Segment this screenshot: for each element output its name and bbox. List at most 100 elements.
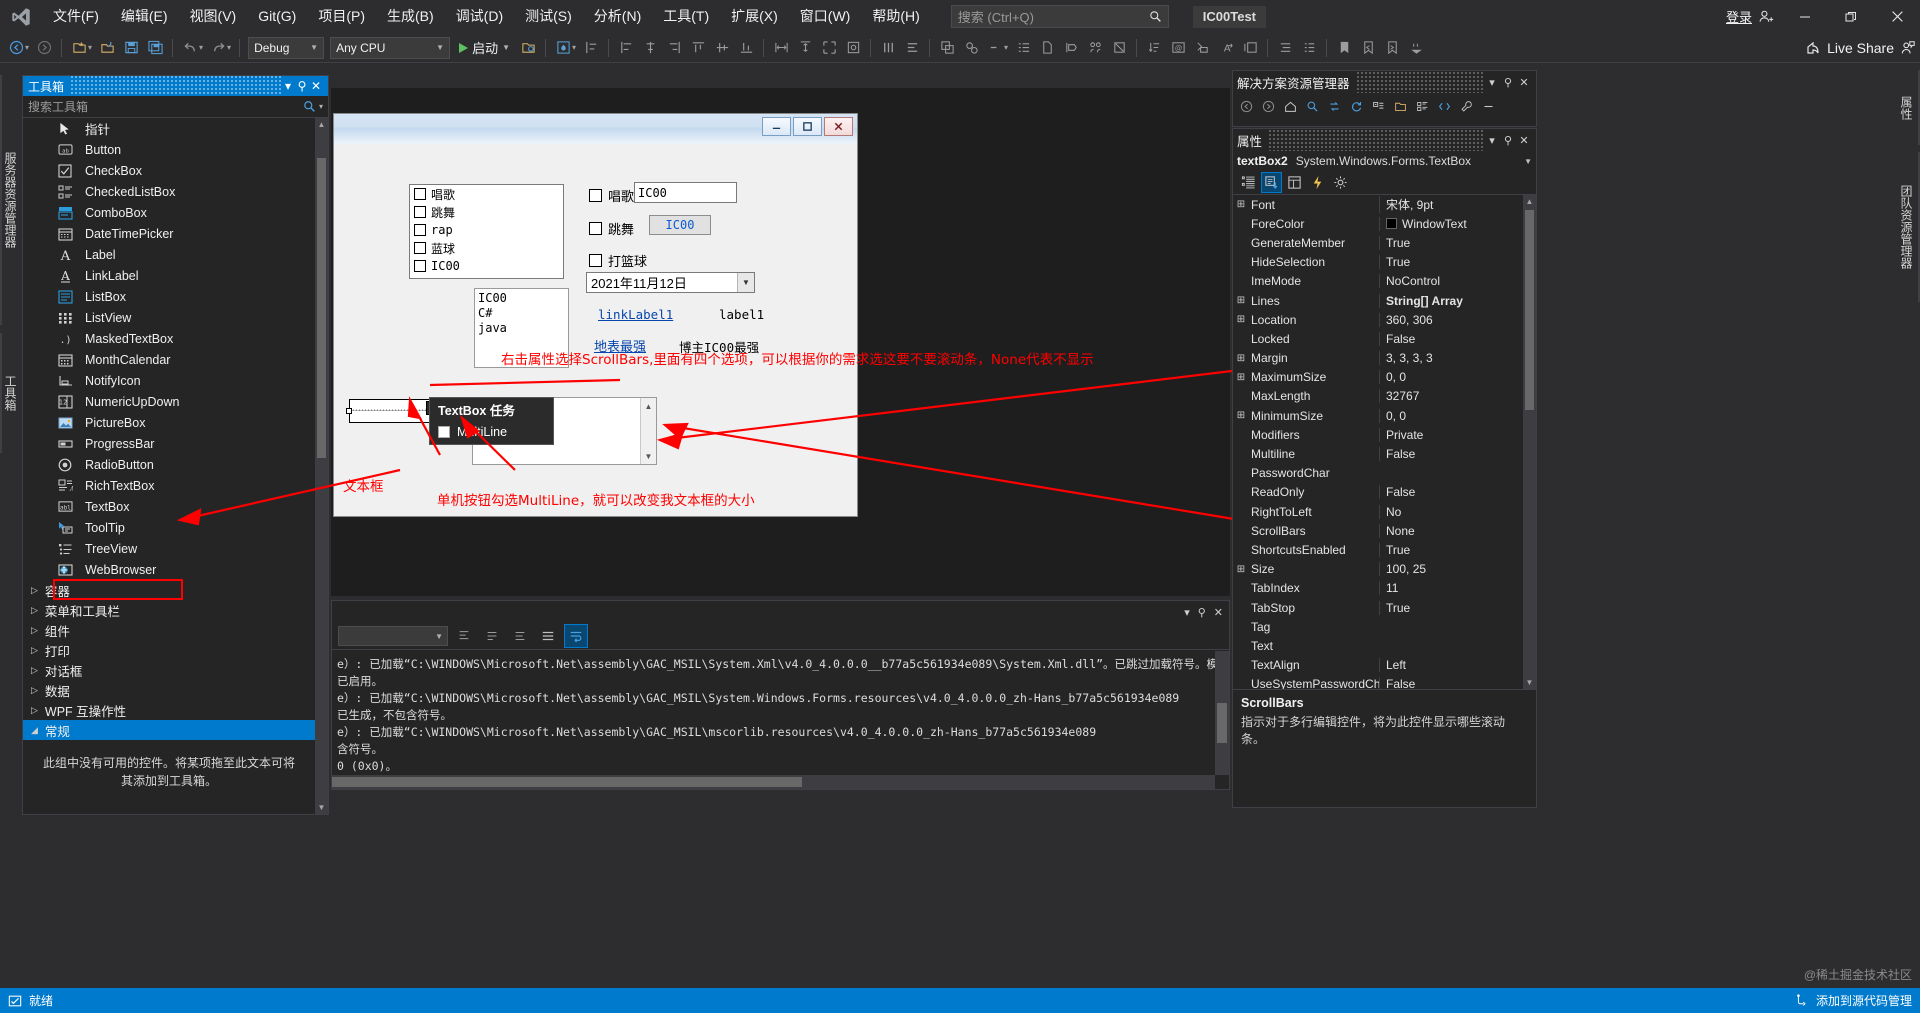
- close-icon[interactable]: ✕: [1214, 606, 1223, 619]
- sidebar-tab-team-explorer[interactable]: 团队资源管理器: [1898, 152, 1920, 302]
- navigate-forward-button[interactable]: [32, 36, 56, 60]
- property-row-generatemember[interactable]: GenerateMember True: [1233, 233, 1523, 252]
- property-row-tag[interactable]: Tag: [1233, 617, 1523, 636]
- menu-item-git[interactable]: Git(G): [247, 0, 307, 33]
- checked-list-item[interactable]: 唱歌: [410, 185, 563, 203]
- output-horizontal-scrollbar[interactable]: [332, 775, 1215, 789]
- checked-list-item[interactable]: 跳舞: [410, 203, 563, 221]
- solution-configuration-select[interactable]: Debug ▼: [248, 36, 325, 59]
- new-file-button[interactable]: [1035, 36, 1059, 60]
- hot-reload-dropdown-icon[interactable]: ▾: [572, 43, 576, 52]
- property-row-usesystempasswordchar[interactable]: UseSystemPasswordChar False: [1233, 675, 1523, 689]
- property-value[interactable]: True: [1379, 255, 1523, 270]
- menu-item-file[interactable]: 文件(F): [42, 0, 110, 33]
- checkbox-icon[interactable]: [414, 242, 426, 254]
- sync-icon[interactable]: [1325, 97, 1344, 116]
- checkbox-icon[interactable]: [414, 260, 426, 272]
- output-clear-all-button[interactable]: [480, 624, 504, 648]
- checkbox-icon[interactable]: [589, 254, 602, 267]
- expand-icon[interactable]: ⊞: [1233, 372, 1249, 383]
- toolbox-item-checkbox[interactable]: CheckBox: [23, 160, 315, 181]
- live-share-button[interactable]: Live Share: [1805, 40, 1920, 56]
- property-row-tabstop[interactable]: TabStop True: [1233, 598, 1523, 617]
- align-centers-button[interactable]: [638, 36, 662, 60]
- checkbox-dance[interactable]: 跳舞: [589, 219, 634, 238]
- chevron-down-icon[interactable]: ▾: [1184, 606, 1190, 619]
- property-value[interactable]: True: [1379, 235, 1523, 250]
- toolbox-group-components[interactable]: ▷ 组件: [23, 620, 315, 640]
- close-icon[interactable]: ✕: [309, 79, 323, 93]
- checked-list-item[interactable]: 蓝球: [410, 239, 563, 257]
- scroll-down-icon[interactable]: ▼: [641, 448, 656, 464]
- global-search-input[interactable]: 搜索 (Ctrl+Q): [950, 5, 1169, 28]
- toolbox-item-richtextbox[interactable]: A RichTextBox: [23, 475, 315, 496]
- align-left-edges-button[interactable]: [614, 36, 638, 60]
- toolbox-item-monthcalendar[interactable]: MonthCalendar: [23, 349, 315, 370]
- toolbox-group-menus-toolbars[interactable]: ▷ 菜单和工具栏: [23, 600, 315, 620]
- property-value[interactable]: 0, 0: [1379, 370, 1523, 385]
- property-value[interactable]: True: [1379, 600, 1523, 615]
- toolbox-group-general[interactable]: ◢ 常规: [23, 720, 315, 740]
- minus-icon[interactable]: [1479, 97, 1498, 116]
- menu-item-debug[interactable]: 调试(D): [445, 0, 514, 33]
- property-value[interactable]: 100, 25: [1379, 562, 1523, 577]
- expand-icon[interactable]: ⊞: [1233, 314, 1249, 325]
- panel-drag-handle[interactable]: [1268, 129, 1484, 151]
- toolbox-item-pointer[interactable]: 指针: [23, 118, 315, 139]
- property-row-scrollbars[interactable]: ScrollBars None: [1233, 521, 1523, 540]
- property-row-forecolor[interactable]: ForeColor WindowText: [1233, 214, 1523, 233]
- checkbox-icon[interactable]: [438, 426, 450, 438]
- property-row-size[interactable]: ⊞ Size 100, 25: [1233, 560, 1523, 579]
- property-value[interactable]: 32767: [1379, 389, 1523, 404]
- panel-drag-handle[interactable]: [1355, 71, 1484, 93]
- increase-indent-button[interactable]: [1273, 36, 1297, 60]
- property-row-imemode[interactable]: ImeMode NoControl: [1233, 272, 1523, 291]
- comment-selection-button[interactable]: [1238, 36, 1262, 60]
- outline-view-button[interactable]: [1011, 36, 1035, 60]
- checkbox-icon[interactable]: [414, 224, 426, 236]
- property-row-modifiers[interactable]: Modifiers Private: [1233, 425, 1523, 444]
- property-value[interactable]: 11: [1379, 581, 1523, 596]
- clear-bookmarks-button[interactable]: [1107, 36, 1131, 60]
- goto-definition-button[interactable]: [1059, 36, 1083, 60]
- scrollbar-thumb[interactable]: [1525, 210, 1534, 410]
- windows-form-preview[interactable]: 唱歌 跳舞 rap 蓝球 IC00 IC00 C# java 唱歌 跳舞 打篮球…: [333, 113, 858, 517]
- toolbox-drag-handle[interactable]: [70, 76, 281, 96]
- insert-snippet-button[interactable]: [1190, 36, 1214, 60]
- toolbox-item-label[interactable]: A Label: [23, 244, 315, 265]
- toolbox-scrollbar[interactable]: ▲ ▼: [315, 118, 328, 814]
- menu-item-tools[interactable]: 工具(T): [652, 0, 720, 33]
- toolbox-item-webbrowser[interactable]: WebBrowser: [23, 559, 315, 580]
- menu-item-analyze[interactable]: 分析(N): [583, 0, 652, 33]
- chevron-down-icon[interactable]: ▼: [1524, 157, 1532, 166]
- close-icon[interactable]: ✕: [1516, 134, 1532, 147]
- output-wordwrap-active-button[interactable]: [564, 624, 588, 648]
- pin-icon[interactable]: ⚲: [1500, 134, 1516, 147]
- chevron-down-icon[interactable]: ▾: [319, 102, 323, 111]
- align-bottoms-button[interactable]: [734, 36, 758, 60]
- property-value[interactable]: 0, 0: [1379, 408, 1523, 423]
- menu-item-view[interactable]: 视图(V): [179, 0, 248, 33]
- send-to-back-button[interactable]: [959, 36, 983, 60]
- property-row-text[interactable]: Text: [1233, 636, 1523, 655]
- align-right-edges-button[interactable]: [662, 36, 686, 60]
- property-value[interactable]: String[] Array: [1379, 293, 1523, 308]
- checkbox-sing[interactable]: 唱歌: [589, 186, 634, 205]
- chevron-down-icon[interactable]: ▾: [281, 79, 295, 93]
- expand-icon[interactable]: ⊞: [1233, 410, 1249, 421]
- align-middles-button[interactable]: [710, 36, 734, 60]
- properties-scrollbar[interactable]: ▲ ▼: [1523, 195, 1536, 689]
- form-minimize-button[interactable]: [762, 117, 791, 136]
- make-same-height-button[interactable]: [793, 36, 817, 60]
- checked-list-item[interactable]: rap: [410, 221, 563, 239]
- status-right-label[interactable]: 添加到源代码管理: [1816, 992, 1912, 1009]
- property-value[interactable]: WindowText: [1379, 216, 1523, 231]
- toolbox-item-tooltip[interactable]: ToolTip: [23, 517, 315, 538]
- list-box-item[interactable]: IC00: [478, 291, 565, 306]
- property-value[interactable]: 3, 3, 3, 3: [1379, 351, 1523, 366]
- sign-in-button[interactable]: 登录: [1718, 7, 1782, 26]
- properties-icon[interactable]: [1413, 97, 1432, 116]
- property-row-locked[interactable]: Locked False: [1233, 329, 1523, 348]
- property-row-minimumsize[interactable]: ⊞ MinimumSize 0, 0: [1233, 406, 1523, 425]
- events-icon[interactable]: [1307, 172, 1328, 193]
